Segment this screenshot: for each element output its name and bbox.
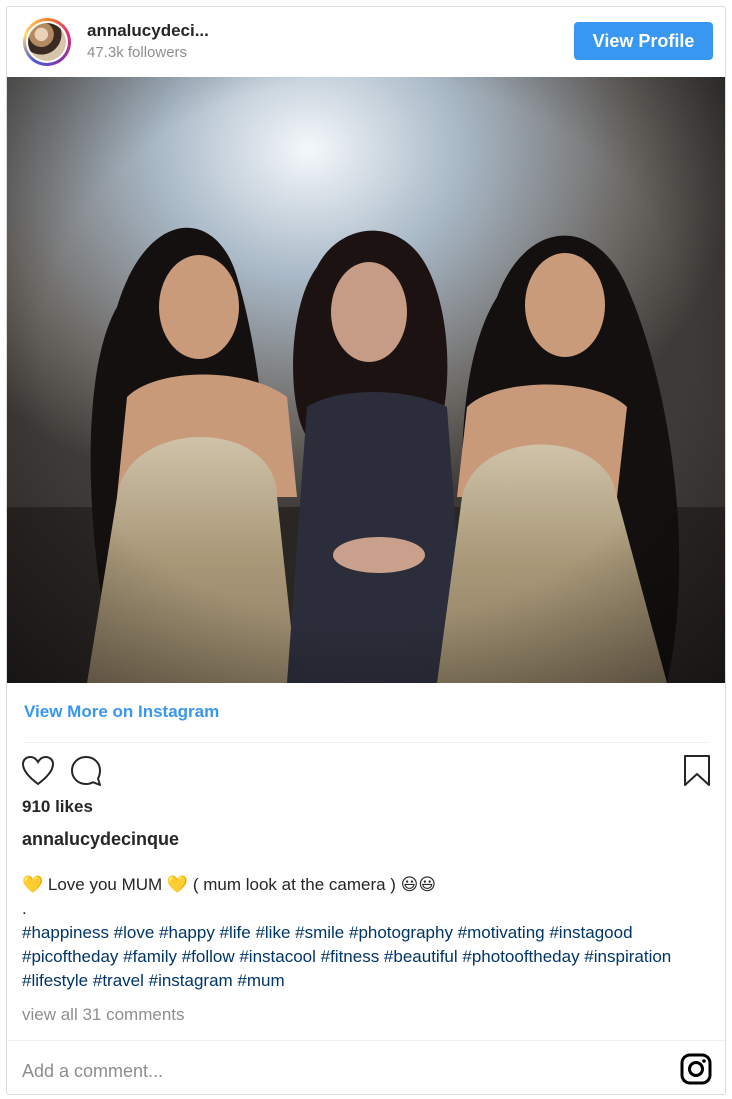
post-header: annalucydeci... 47.3k followers View Pro… bbox=[7, 7, 725, 77]
username[interactable]: annalucydeci... bbox=[87, 21, 209, 41]
bookmark-icon[interactable] bbox=[679, 751, 715, 791]
like-count[interactable]: 910 likes bbox=[22, 797, 93, 817]
photo-illustration bbox=[7, 77, 725, 683]
view-all-comments-link[interactable]: view all 31 comments bbox=[22, 1005, 185, 1025]
heart-icon[interactable] bbox=[20, 751, 56, 791]
instagram-icon[interactable] bbox=[679, 1052, 713, 1086]
avatar[interactable] bbox=[23, 18, 71, 66]
post-photo[interactable] bbox=[7, 77, 725, 683]
view-more-on-instagram-link[interactable]: View More on Instagram bbox=[24, 702, 219, 722]
comment-input[interactable] bbox=[22, 1056, 662, 1086]
instagram-embed: annalucydeci... 47.3k followers View Pro… bbox=[6, 6, 726, 1095]
caption-dot: . bbox=[22, 899, 27, 918]
view-profile-button[interactable]: View Profile bbox=[574, 22, 713, 60]
caption-username[interactable]: annalucydecinque bbox=[22, 829, 179, 850]
action-bar bbox=[7, 751, 725, 795]
divider bbox=[23, 742, 709, 743]
caption: 💛 Love you MUM 💛 ( mum look at the camer… bbox=[22, 873, 712, 993]
follower-count: 47.3k followers bbox=[87, 44, 188, 61]
comment-icon[interactable] bbox=[68, 751, 104, 791]
caption-hashtags[interactable]: #happiness #love #happy #life #like #smi… bbox=[22, 923, 671, 990]
caption-text: 💛 Love you MUM 💛 ( mum look at the camer… bbox=[22, 875, 437, 894]
comment-divider bbox=[7, 1040, 725, 1041]
